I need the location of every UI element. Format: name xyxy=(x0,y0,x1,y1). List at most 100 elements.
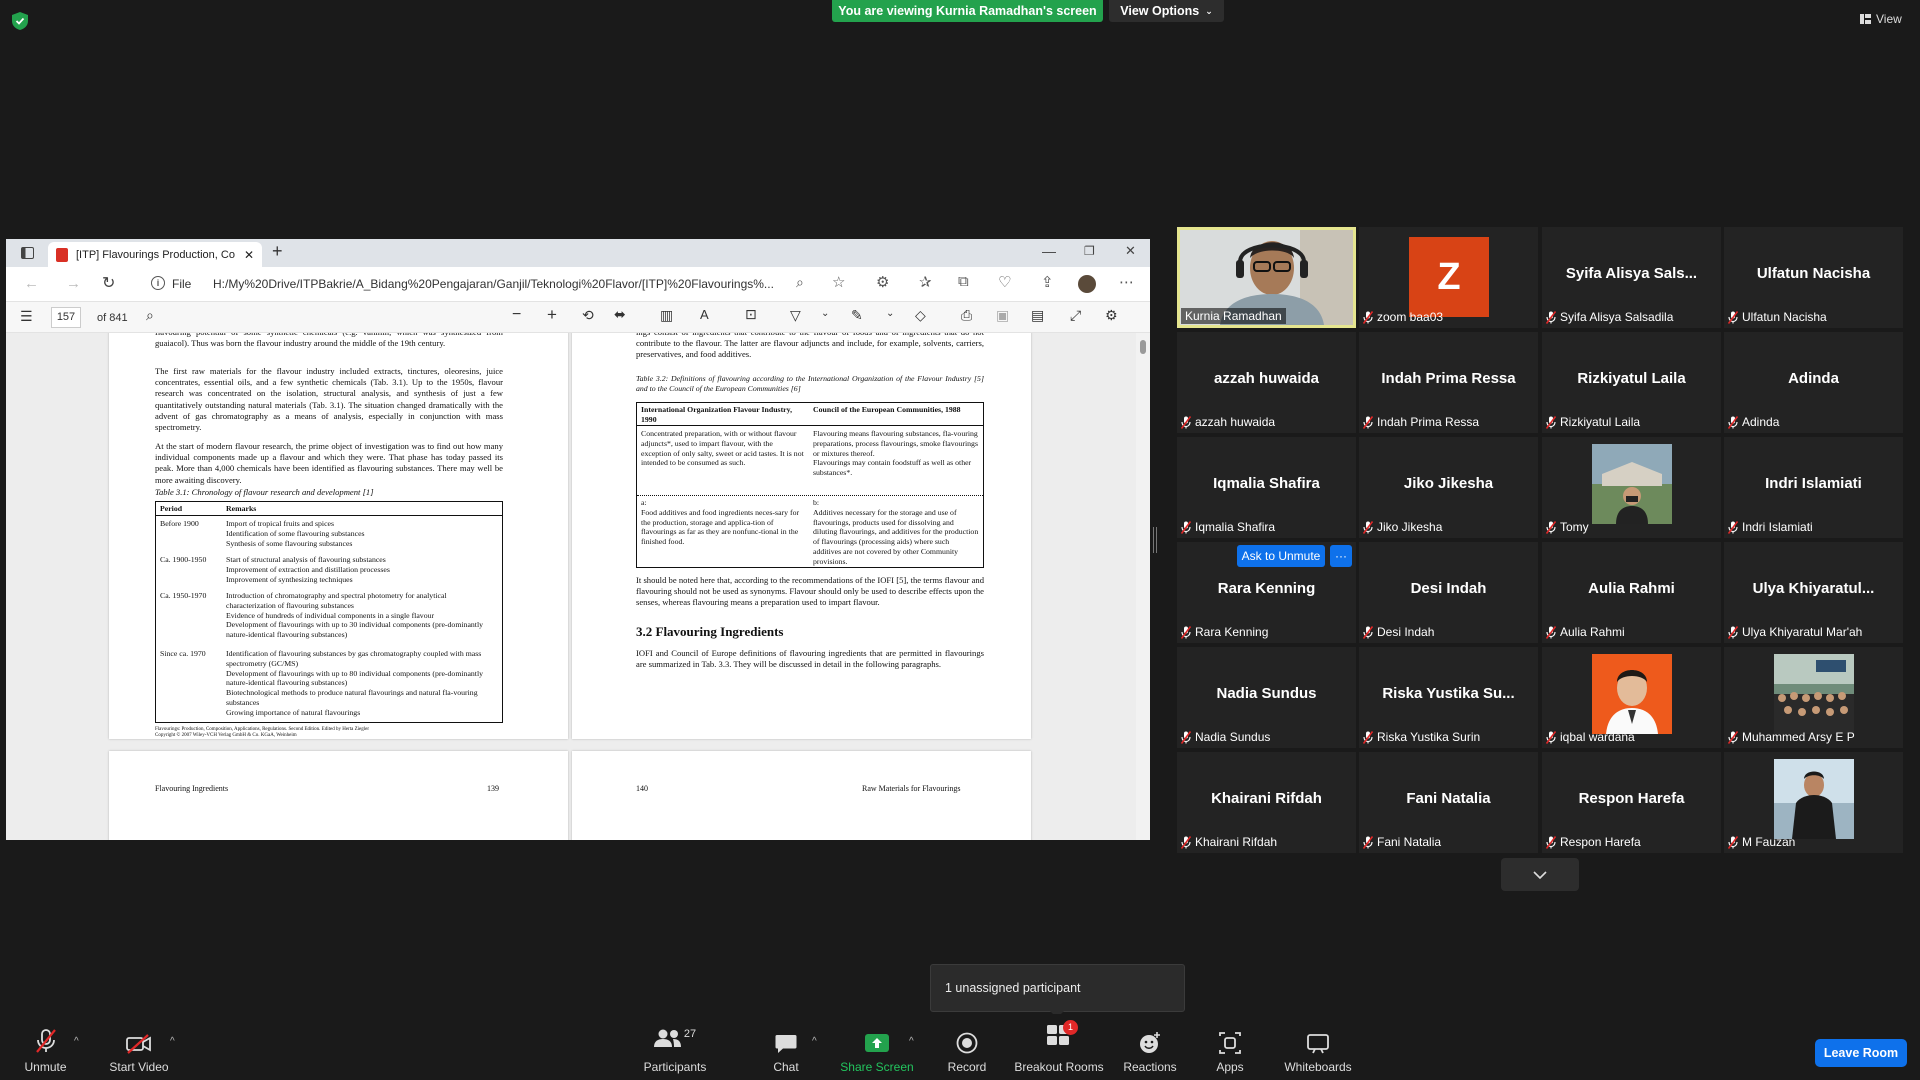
share-icon[interactable]: ⇪ xyxy=(1041,273,1054,291)
participant-tile[interactable]: Aulia Rahmi Aulia Rahmi xyxy=(1542,542,1721,643)
muted-mic-icon xyxy=(1180,520,1192,534)
browser-essentials-icon[interactable]: ♡ xyxy=(998,273,1011,291)
participant-tile[interactable]: Ulfatun Nacisha Ulfatun Nacisha xyxy=(1724,227,1903,328)
participant-name-label: Riska Yustika Surin xyxy=(1362,729,1480,745)
highlight-icon[interactable]: ▽ xyxy=(790,307,801,324)
participant-tile[interactable]: Syifa Alisya Sals... Syifa Alisya Salsadi… xyxy=(1542,227,1721,328)
participant-tile[interactable]: Tomy xyxy=(1542,437,1721,538)
participant-tile[interactable]: Nadia Sundus Nadia Sundus xyxy=(1177,647,1356,748)
table1-row-remarks: Identification of flavouring substances … xyxy=(226,649,484,717)
participant-tile[interactable]: Ulya Khiyaratul... Ulya Khiyaratul Mar'ah xyxy=(1724,542,1903,643)
participant-tile[interactable]: Jiko Jikesha Jiko Jikesha xyxy=(1359,437,1538,538)
scrollbar-thumb[interactable] xyxy=(1140,340,1146,354)
extensions-icon[interactable]: ⚙ xyxy=(876,273,889,291)
participant-tile[interactable]: Respon Harefa Respon Harefa xyxy=(1542,752,1721,853)
more-menu-icon[interactable]: ⋯ xyxy=(1119,273,1134,291)
profile-avatar[interactable] xyxy=(1078,275,1096,293)
minimize-icon[interactable]: — xyxy=(1042,243,1056,259)
participant-tile[interactable]: Muhammed Arsy E P xyxy=(1724,647,1903,748)
find-icon[interactable]: ⌕ xyxy=(146,307,154,324)
chat-options-caret-icon[interactable]: ^ xyxy=(812,1036,817,1047)
unmute-button[interactable]: Unmute xyxy=(18,1014,73,1080)
collections-icon[interactable]: ⧉ xyxy=(958,273,969,290)
forward-icon[interactable]: → xyxy=(66,275,81,292)
restore-icon[interactable]: ❐ xyxy=(1084,244,1095,258)
participant-tile[interactable]: Fani Natalia Fani Natalia xyxy=(1359,752,1538,853)
participant-tile[interactable]: Indah Prima Ressa Indah Prima Ressa xyxy=(1359,332,1538,433)
whiteboards-button[interactable]: Whiteboards xyxy=(1282,1014,1354,1080)
view-options-button[interactable]: View Options ⌄ xyxy=(1109,0,1224,22)
page-number-input[interactable]: 157 xyxy=(51,307,81,328)
table1-head-rule xyxy=(156,515,502,516)
apps-button[interactable]: Apps xyxy=(1212,1014,1248,1080)
left-paragraph-1: The first raw materials for the flavour … xyxy=(155,366,503,433)
participant-tile[interactable]: Adinda Adinda xyxy=(1724,332,1903,433)
new-tab-icon[interactable]: + xyxy=(272,241,283,262)
more-options-button[interactable]: ··· xyxy=(1330,545,1352,567)
leave-room-button[interactable]: Leave Room xyxy=(1815,1039,1907,1067)
draw-icon[interactable]: ✎ xyxy=(851,307,863,324)
pdf-viewer-area[interactable]: flavouring potential of some synthetic c… xyxy=(6,333,1136,840)
split-view-divider[interactable] xyxy=(1153,527,1157,553)
audio-options-caret-icon[interactable]: ^ xyxy=(74,1036,79,1047)
security-shield-icon[interactable] xyxy=(12,12,28,30)
read-aloud-icon[interactable]: A xyxy=(700,307,709,322)
tab-title: [ITP] Flavourings Production, Co xyxy=(76,248,235,261)
zoom-out-icon[interactable]: ⌕ xyxy=(796,274,804,291)
view-button[interactable]: View xyxy=(1860,10,1902,28)
highlight-options-icon[interactable]: ⌄ xyxy=(821,308,829,319)
breakout-rooms-button[interactable]: 1 Breakout Rooms xyxy=(1012,1014,1106,1080)
participant-tile[interactable]: Khairani Rifdah Khairani Rifdah xyxy=(1177,752,1356,853)
contents-icon[interactable]: ☰ xyxy=(20,308,33,325)
share-screen-button[interactable]: Share Screen xyxy=(838,1014,916,1080)
video-options-caret-icon[interactable]: ^ xyxy=(170,1036,175,1047)
participant-tile[interactable]: azzah huwaida azzah huwaida xyxy=(1177,332,1356,433)
page-view-icon[interactable]: ▥ xyxy=(660,307,673,324)
chat-button[interactable]: Chat xyxy=(766,1014,806,1080)
favorite-icon[interactable]: ☆ xyxy=(832,273,845,291)
favorites-bar-icon[interactable]: ✰ xyxy=(919,273,932,291)
participant-tile[interactable]: Indri Islamiati Indri Islamiati xyxy=(1724,437,1903,538)
table1-row-period: Ca. 1950-1970 xyxy=(160,591,207,600)
participant-tile[interactable]: Riska Yustika Su... Riska Yustika Surin xyxy=(1359,647,1538,748)
next-gallery-page-button[interactable] xyxy=(1501,858,1579,891)
browser-tab[interactable]: [ITP] Flavourings Production, Co ✕ xyxy=(48,242,262,267)
fullscreen-icon[interactable]: ⤢ xyxy=(1070,307,1081,324)
participant-tile[interactable]: M Fauzan xyxy=(1724,752,1903,853)
url-text[interactable]: H:/My%20Drive/ITPBakrie/A_Bidang%20Penga… xyxy=(213,277,793,291)
participant-tile[interactable]: Desi Indah Desi Indah xyxy=(1359,542,1538,643)
tab-actions-icon[interactable] xyxy=(21,247,34,259)
participant-name-label: Jiko Jikesha xyxy=(1362,519,1442,535)
table2-caption: Table 3.2: Definitions of flavouring acc… xyxy=(636,374,984,393)
rotate-icon[interactable]: ⟲ xyxy=(582,307,594,324)
print-icon[interactable]: ⎙ xyxy=(961,307,972,324)
participant-tile[interactable]: iqbal wardana xyxy=(1542,647,1721,748)
save-as-icon[interactable]: ▤ xyxy=(1031,307,1044,324)
info-icon[interactable]: i xyxy=(151,276,165,290)
fit-page-icon[interactable]: ⬌ xyxy=(614,306,626,323)
view-options-label: View Options xyxy=(1120,4,1200,18)
start-video-button[interactable]: Start Video xyxy=(102,1014,176,1080)
participant-tile[interactable]: Iqmalia Shafira Iqmalia Shafira xyxy=(1177,437,1356,538)
refresh-icon[interactable]: ↻ xyxy=(102,273,115,293)
close-window-icon[interactable]: ✕ xyxy=(1125,243,1136,259)
reactions-button[interactable]: Reactions xyxy=(1122,1014,1178,1080)
close-tab-icon[interactable]: ✕ xyxy=(244,248,254,262)
table2-row1-b: Flavouring means flavouring substances, … xyxy=(813,429,978,478)
text-box-icon[interactable]: ⊡ xyxy=(745,306,757,323)
participants-button[interactable]: 27 Participants xyxy=(640,1014,710,1080)
participant-tile[interactable]: Zzoom baa03 xyxy=(1359,227,1538,328)
ask-to-unmute-button[interactable]: Ask to Unmute xyxy=(1237,545,1325,567)
zoom-in-button[interactable]: + xyxy=(547,305,557,325)
share-options-caret-icon[interactable]: ^ xyxy=(909,1036,914,1047)
save-icon[interactable]: ▣ xyxy=(996,307,1009,324)
participant-tile[interactable]: Kurnia Ramadhan xyxy=(1177,227,1356,328)
zoom-out-button[interactable]: − xyxy=(512,306,521,324)
back-icon[interactable]: ← xyxy=(24,275,39,292)
pdf-settings-icon[interactable]: ⚙ xyxy=(1105,307,1118,324)
draw-options-icon[interactable]: ⌄ xyxy=(886,308,894,319)
record-button[interactable]: Record xyxy=(942,1014,992,1080)
eraser-icon[interactable]: ◇ xyxy=(915,307,926,324)
pdf-scrollbar[interactable] xyxy=(1136,333,1150,840)
participant-tile[interactable]: Rizkiyatul Laila Rizkiyatul Laila xyxy=(1542,332,1721,433)
